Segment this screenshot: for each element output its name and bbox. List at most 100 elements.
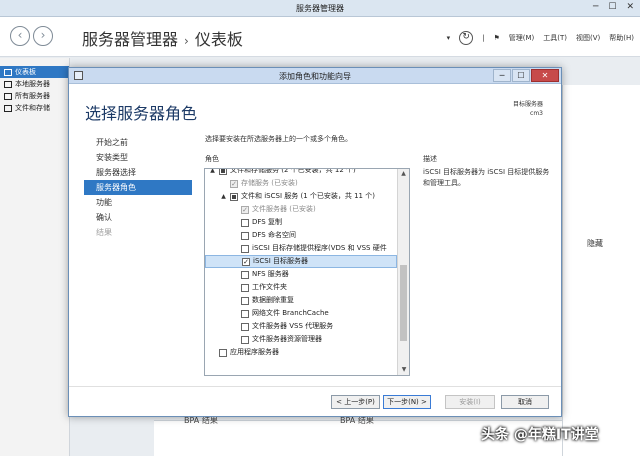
window-controls: ─ ☐ ✕ bbox=[593, 2, 634, 12]
minimize-button[interactable]: ─ bbox=[593, 2, 598, 12]
role-checkbox: ✓ bbox=[230, 179, 238, 188]
role-checkbox[interactable] bbox=[241, 244, 249, 253]
scroll-thumb[interactable] bbox=[400, 265, 407, 341]
role-label: 数据删除重复 bbox=[252, 296, 294, 304]
role-label: 应用程序服务器 bbox=[230, 348, 279, 356]
step-results: 结果 bbox=[96, 228, 112, 237]
hide-link[interactable]: 隐藏 bbox=[587, 238, 603, 249]
role-label: iSCSI 目标服务器 bbox=[253, 257, 309, 265]
role-row[interactable]: NFS 服务器 bbox=[205, 268, 397, 281]
forward-button[interactable]: › bbox=[33, 26, 53, 46]
role-row[interactable]: 文件服务器 VSS 代理服务 bbox=[205, 320, 397, 333]
scroll-up-arrow[interactable]: ▲ bbox=[398, 169, 409, 179]
role-label: DFS 复制 bbox=[252, 218, 282, 226]
roles-tree[interactable]: ▲ 文件和存储服务 (2 个已安装，共 12 个) ✓ 存储服务 (已安装) ▲ 文件和 … bbox=[204, 168, 410, 376]
role-label: iSCSI 目标存储提供程序(VDS 和 VSS 硬件 bbox=[252, 244, 387, 252]
wizard-steps: 开始之前 安装类型 服务器选择 服务器角色 功能 确认 结果 bbox=[84, 135, 192, 240]
menu-help[interactable]: 帮助(H) bbox=[609, 33, 634, 43]
description-header: 描述 bbox=[423, 155, 437, 163]
dialog-heading: 选择服务器角色 bbox=[85, 104, 198, 123]
step-installation-type[interactable]: 安装类型 bbox=[84, 150, 192, 165]
role-row[interactable]: ▲ 文件和 iSCSI 服务 (1 个已安装，共 11 个) bbox=[205, 190, 397, 203]
footer-divider bbox=[69, 386, 561, 387]
step-features[interactable]: 功能 bbox=[84, 195, 192, 210]
role-row[interactable]: 数据删除重复 bbox=[205, 294, 397, 307]
role-checkbox[interactable]: ✓ bbox=[242, 257, 250, 266]
close-button[interactable]: ✕ bbox=[626, 2, 634, 12]
menu-tools[interactable]: 工具(T) bbox=[543, 33, 567, 43]
breadcrumb-root[interactable]: 服务器管理器 bbox=[82, 30, 178, 49]
dropdown-icon[interactable]: ▾ bbox=[447, 34, 451, 42]
role-checkbox[interactable] bbox=[241, 309, 249, 318]
role-label: 文件和存储服务 (2 个已安装，共 12 个) bbox=[230, 168, 356, 174]
dialog-close-button[interactable]: ✕ bbox=[531, 69, 559, 82]
step-server-roles[interactable]: 服务器角色 bbox=[84, 180, 192, 195]
sidebar-item-file-storage[interactable]: 文件和存储 bbox=[0, 102, 69, 114]
role-label: 存储服务 (已安装) bbox=[241, 179, 298, 187]
role-row[interactable]: 应用程序服务器 bbox=[205, 346, 397, 359]
next-button[interactable]: 下一步(N) > bbox=[383, 395, 431, 409]
dialog-controls: ─ ☐ ✕ bbox=[493, 69, 559, 82]
maximize-button[interactable]: ☐ bbox=[608, 2, 616, 12]
role-row[interactable]: ✓ 文件服务器 (已安装) bbox=[205, 203, 397, 216]
role-label: 文件服务器 VSS 代理服务 bbox=[252, 322, 334, 330]
previous-button[interactable]: < 上一步(P) bbox=[331, 395, 380, 409]
window-titlebar: 服务器管理器 ─ ☐ ✕ bbox=[0, 0, 640, 17]
role-checkbox[interactable] bbox=[219, 169, 227, 175]
role-description: iSCSI 目标服务器为 iSCSI 目标提供服务和管理工具。 bbox=[423, 168, 550, 187]
role-checkbox[interactable] bbox=[241, 335, 249, 344]
menu-manage[interactable]: 管理(M) bbox=[509, 33, 535, 43]
expand-collapse-icon[interactable]: ▲ bbox=[209, 169, 216, 177]
sidebar-item-label: 本地服务器 bbox=[15, 80, 50, 88]
install-button[interactable]: 安装(I) bbox=[445, 395, 495, 409]
watermark: 头条 @年糕IT讲堂 bbox=[481, 427, 599, 443]
dialog-maximize-button[interactable]: ☐ bbox=[512, 69, 530, 82]
role-row[interactable]: 网络文件 BranchCache bbox=[205, 307, 397, 320]
flag-icon[interactable]: ⚑ bbox=[493, 34, 499, 42]
role-label: 网络文件 BranchCache bbox=[252, 309, 329, 317]
menu-view[interactable]: 视图(V) bbox=[576, 33, 600, 43]
cancel-button[interactable]: 取消 bbox=[501, 395, 549, 409]
refresh-icon[interactable]: ↻ bbox=[459, 31, 474, 45]
dialog-titlebar: 添加角色和功能向导 ─ ☐ ✕ bbox=[69, 68, 561, 84]
breadcrumb-separator: › bbox=[184, 34, 189, 48]
dialog-minimize-button[interactable]: ─ bbox=[493, 69, 511, 82]
role-row[interactable]: 文件服务器资源管理器 bbox=[205, 333, 397, 346]
role-row[interactable]: DFS 复制 bbox=[205, 216, 397, 229]
role-row[interactable]: DFS 命名空间 bbox=[205, 229, 397, 242]
role-row[interactable]: iSCSI 目标存储提供程序(VDS 和 VSS 硬件 bbox=[205, 242, 397, 255]
target-server: 目标服务器 cm3 bbox=[513, 100, 543, 118]
roles-tree-rows: ▲ 文件和存储服务 (2 个已安装，共 12 个) ✓ 存储服务 (已安装) ▲ 文件和 … bbox=[205, 169, 397, 359]
role-checkbox[interactable] bbox=[241, 296, 249, 305]
sidebar-item-label: 仪表板 bbox=[15, 68, 36, 76]
scroll-down-arrow[interactable]: ▼ bbox=[398, 365, 409, 375]
sidebar-item-local-server[interactable]: 本地服务器 bbox=[0, 78, 69, 90]
role-checkbox[interactable] bbox=[241, 322, 249, 331]
role-checkbox[interactable] bbox=[230, 192, 238, 201]
role-checkbox[interactable] bbox=[241, 270, 249, 279]
role-label: 工作文件夹 bbox=[252, 283, 287, 291]
role-checkbox[interactable] bbox=[219, 348, 227, 357]
instruction-text: 选择要安装在所选服务器上的一个或多个角色。 bbox=[205, 135, 352, 143]
role-row[interactable]: ✓ 存储服务 (已安装) bbox=[205, 177, 397, 190]
header-toolbar: ▾ ↻ | ⚑ 管理(M) 工具(T) 视图(V) 帮助(H) bbox=[447, 31, 634, 45]
role-row[interactable]: ▲ 文件和存储服务 (2 个已安装，共 12 个) bbox=[205, 168, 397, 177]
roles-header: 角色 bbox=[205, 155, 219, 163]
role-label: NFS 服务器 bbox=[252, 270, 289, 278]
step-before-you-begin[interactable]: 开始之前 bbox=[84, 135, 192, 150]
expand-collapse-icon[interactable]: ▲ bbox=[220, 190, 227, 203]
role-checkbox[interactable] bbox=[241, 231, 249, 240]
role-label: 文件服务器资源管理器 bbox=[252, 335, 322, 343]
role-row[interactable]: 工作文件夹 bbox=[205, 281, 397, 294]
step-confirmation[interactable]: 确认 bbox=[84, 210, 192, 225]
dialog-title: 添加角色和功能向导 bbox=[279, 72, 351, 81]
step-server-selection[interactable]: 服务器选择 bbox=[84, 165, 192, 180]
back-button[interactable]: ‹ bbox=[10, 26, 30, 46]
role-checkbox[interactable] bbox=[241, 218, 249, 227]
role-row[interactable]: ✓ iSCSI 目标服务器 bbox=[205, 255, 397, 268]
dashboard-icon bbox=[4, 68, 12, 76]
sidebar-item-dashboard[interactable]: 仪表板 bbox=[0, 66, 69, 78]
sidebar-item-all-servers[interactable]: 所有服务器 bbox=[0, 90, 69, 102]
role-checkbox[interactable] bbox=[241, 283, 249, 292]
roles-scrollbar[interactable]: ▲ ▼ bbox=[397, 169, 409, 375]
